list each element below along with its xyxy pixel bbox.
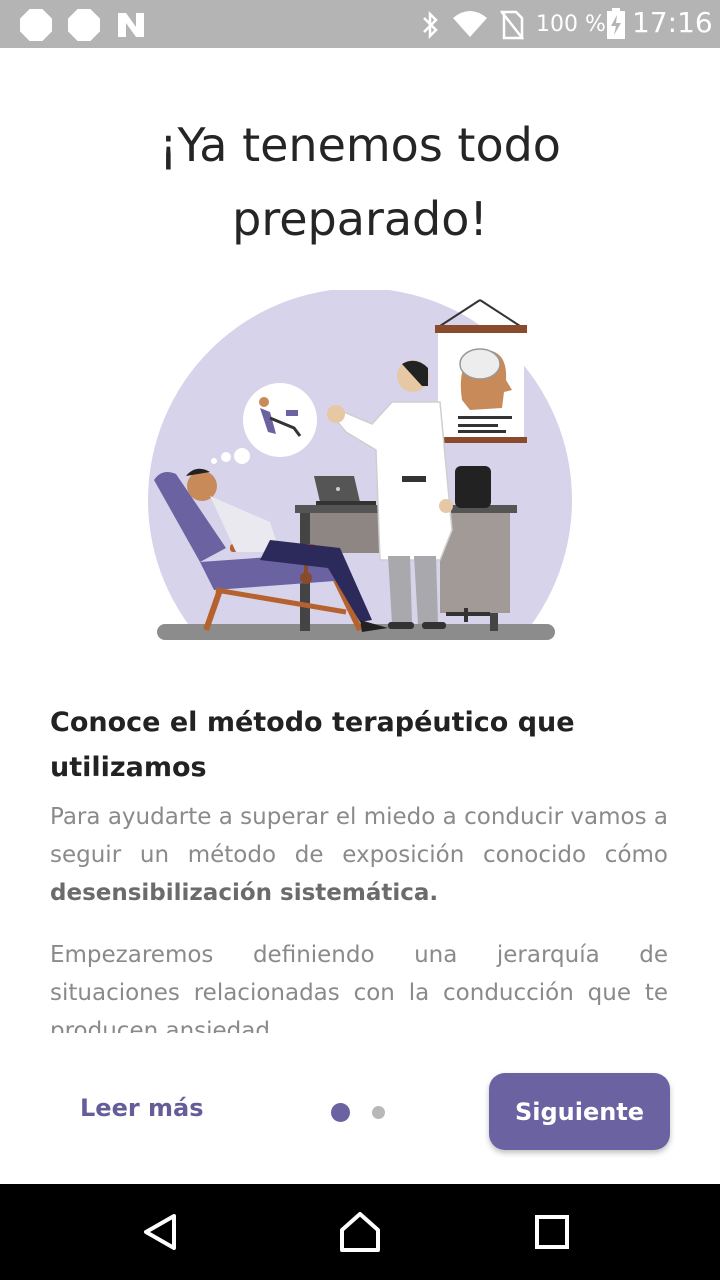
method-name: desensibilización sistemática. <box>50 880 439 906</box>
home-icon[interactable] <box>336 1208 384 1256</box>
notification-dot-icon <box>68 9 100 41</box>
page-indicator-dot-active <box>331 1103 350 1122</box>
recents-icon[interactable] <box>528 1208 576 1256</box>
navigation-bar <box>0 1184 720 1280</box>
title-line-1: ¡Ya tenemos todo <box>159 118 561 172</box>
clock: 17:16 <box>632 6 713 39</box>
status-bar: 100 % 17:16 <box>0 0 720 48</box>
second-paragraph: Empezaremos definiendo una jerarquía de … <box>50 942 668 1033</box>
battery-charging-icon <box>607 8 625 39</box>
page-indicator-dot-inactive <box>372 1106 385 1119</box>
wifi-icon <box>453 11 487 37</box>
bluetooth-icon <box>423 10 438 40</box>
back-icon[interactable] <box>136 1208 184 1256</box>
title-line-2: preparado! <box>232 192 488 246</box>
notification-dot-icon <box>20 9 52 41</box>
intro-paragraph-text: Para ayudarte a superar el miedo a condu… <box>50 804 668 868</box>
next-button[interactable]: Siguiente <box>489 1073 670 1150</box>
section-heading: Conoce el método terapéutico que utiliza… <box>50 707 575 783</box>
brain-poster-icon <box>435 299 527 443</box>
content-section: Conoce el método terapéutico que utiliza… <box>50 700 668 1033</box>
no-sim-icon <box>500 10 524 40</box>
intro-paragraph: Para ayudarte a superar el miedo a condu… <box>50 798 668 912</box>
therapy-session-illustration <box>140 290 580 650</box>
n-logo-icon <box>118 13 144 37</box>
read-more-link[interactable]: Leer más <box>80 1094 204 1122</box>
battery-percent: 100 % <box>536 12 606 37</box>
page-title: ¡Ya tenemos todo preparado! <box>40 108 680 256</box>
